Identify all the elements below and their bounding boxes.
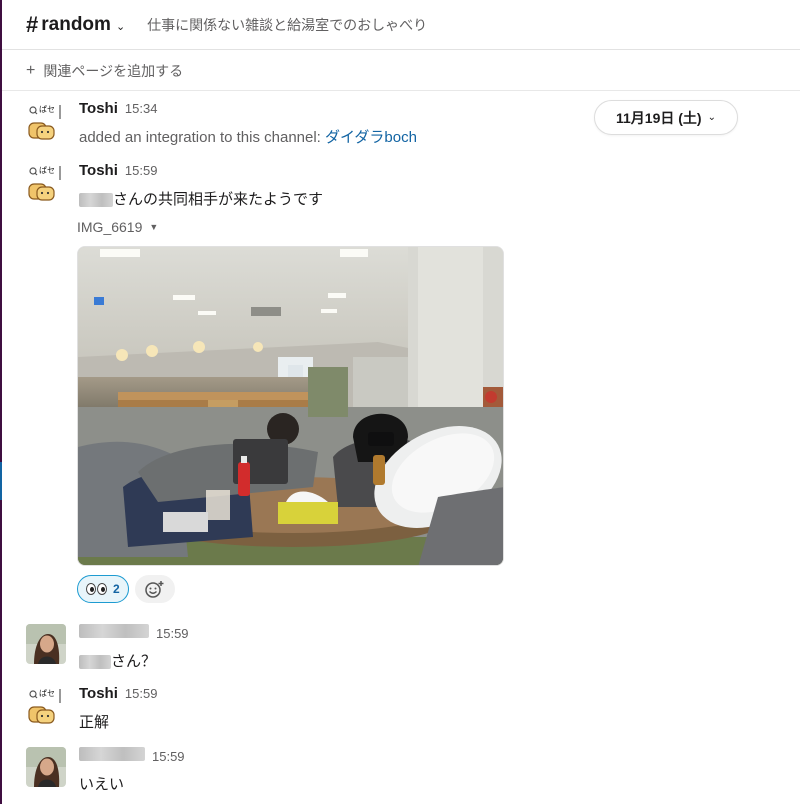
chevron-down-icon[interactable]: ⌄: [116, 20, 125, 33]
message-header: 15:59: [79, 624, 189, 641]
file-name-toggle[interactable]: IMG_6619 ▼: [77, 219, 158, 235]
message-text: 正解: [79, 714, 110, 731]
image-attachment[interactable]: [77, 246, 504, 566]
integration-link[interactable]: ダイダラboch: [325, 129, 417, 146]
author-name[interactable]: Toshi: [79, 685, 118, 702]
message-text: さんの共同相手が来たようです: [79, 188, 323, 209]
sidebar-active-indicator: [0, 462, 2, 500]
avatar-bread-icon[interactable]: ぱ セ: [26, 685, 66, 725]
message-body: さんの共同相手が来たようです: [113, 191, 324, 208]
emoji-add-icon: [144, 581, 164, 598]
message-text: added an integration to this channel: ダイ…: [79, 126, 417, 147]
timestamp[interactable]: 15:59: [125, 163, 158, 178]
message-header: 15:59: [79, 747, 185, 764]
add-bookmark-button[interactable]: 関連ページを追加する: [43, 61, 183, 81]
file-name: IMG_6619: [77, 219, 143, 235]
timestamp[interactable]: 15:34: [125, 101, 158, 116]
message-text: さん？: [79, 650, 156, 671]
svg-text:セ: セ: [47, 689, 55, 698]
svg-text:ぱ: ぱ: [39, 166, 47, 175]
message: ぱ セ Toshi 15:59 さんの共同相手が来たようです: [2, 158, 800, 218]
avatar-photo[interactable]: [26, 624, 66, 664]
timestamp[interactable]: 15:59: [156, 626, 189, 641]
svg-text:セ: セ: [47, 166, 55, 175]
message: ぱ セ Toshi 15:34 added an integration to …: [2, 97, 800, 155]
channel-topic[interactable]: 仕事に関係ない雑談と給湯室でのおしゃべり: [147, 15, 427, 35]
redacted-name: [79, 193, 113, 208]
reaction-count: 2: [113, 582, 120, 596]
svg-text:セ: セ: [47, 105, 55, 114]
message-header: Toshi 15:34: [79, 100, 157, 117]
redacted-name: [79, 655, 111, 670]
message: 15:59 さん？: [2, 620, 800, 680]
eyes-icon: [86, 583, 107, 595]
office-photo: [78, 247, 503, 565]
svg-text:ぱ: ぱ: [39, 105, 47, 114]
message-header: Toshi 15:59: [79, 162, 157, 179]
message: ぱ セ Toshi 15:59 正解: [2, 681, 800, 741]
bookmarks-bar: + 関連ページを追加する: [2, 51, 800, 91]
svg-text:ぱ: ぱ: [39, 689, 47, 698]
channel-header: # random ⌄ 仕事に関係ない雑談と給湯室でのおしゃべり: [2, 0, 800, 50]
channel-name-button[interactable]: random: [41, 14, 111, 36]
avatar-photo[interactable]: [26, 747, 66, 787]
author-name[interactable]: Toshi: [79, 100, 118, 117]
timestamp[interactable]: 15:59: [152, 749, 185, 764]
reactions-bar: 2: [77, 575, 175, 603]
avatar-bread-icon[interactable]: ぱ セ: [26, 162, 66, 202]
message-body: さん？: [111, 653, 157, 670]
message: 15:59 いえい: [2, 743, 800, 803]
redacted-author[interactable]: [79, 747, 145, 761]
reaction-eyes[interactable]: 2: [77, 575, 129, 603]
message-text: いえい: [79, 776, 125, 793]
author-name[interactable]: Toshi: [79, 162, 118, 179]
hash-icon: #: [26, 11, 39, 37]
avatar-bread-icon[interactable]: ぱ セ: [26, 101, 66, 141]
add-reaction-button[interactable]: [134, 575, 175, 603]
caret-down-icon: ▼: [149, 222, 159, 232]
redacted-author[interactable]: [79, 624, 149, 638]
message-header: Toshi 15:59: [79, 685, 157, 702]
system-text: added an integration to this channel:: [79, 129, 326, 146]
timestamp[interactable]: 15:59: [125, 686, 158, 701]
plus-icon[interactable]: +: [26, 62, 35, 79]
